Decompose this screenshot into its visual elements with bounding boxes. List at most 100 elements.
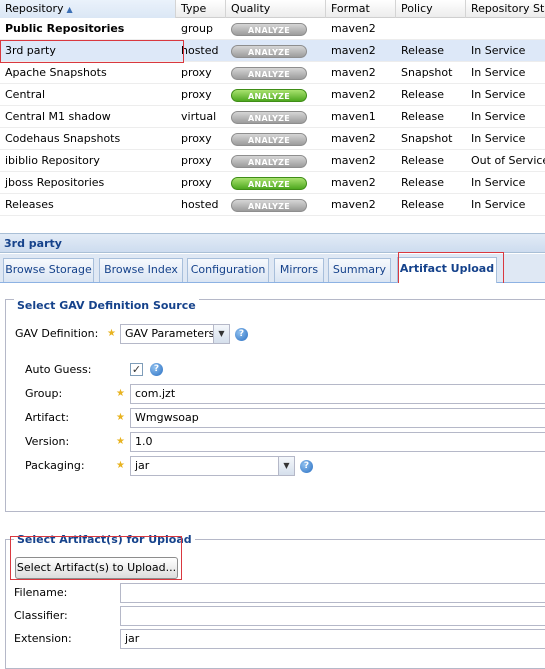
group-label: Group:	[25, 387, 63, 400]
policy-cell: Release	[401, 44, 444, 57]
format-cell: maven2	[331, 22, 376, 35]
column-header-label: Policy	[401, 2, 433, 15]
policy-cell	[396, 18, 466, 40]
status-cell	[466, 18, 545, 40]
column-header-policy[interactable]: Policy	[396, 0, 466, 18]
annotation-highlight-repository	[0, 40, 184, 63]
column-header-label: Format	[331, 2, 370, 15]
help-icon[interactable]: ?	[300, 460, 313, 473]
repository-name-cell: Releases	[5, 198, 54, 211]
analyze-button[interactable]: ANALYZE	[231, 111, 307, 124]
dropdown-arrow-icon[interactable]: ▼	[213, 325, 229, 343]
table-row[interactable]: Releases hosted ANALYZE maven2 Release In Ser…	[0, 194, 545, 216]
status-cell: In Service	[471, 110, 526, 123]
repository-name-cell: Apache Snapshots	[5, 66, 107, 79]
column-header-repository[interactable]: Repository ▲	[0, 0, 176, 18]
type-cell: virtual	[181, 110, 217, 123]
policy-cell: Release	[401, 154, 444, 167]
annotation-highlight-tab	[398, 252, 504, 285]
filename-input[interactable]	[120, 583, 545, 603]
required-star-icon: ★	[116, 388, 125, 399]
format-cell: maven2	[331, 88, 376, 101]
type-cell: proxy	[181, 88, 212, 101]
table-row[interactable]: Public Repositories group ANALYZE maven2	[0, 18, 545, 40]
dropdown-arrow-icon[interactable]: ▼	[278, 457, 294, 475]
policy-cell: Snapshot	[401, 66, 453, 79]
extension-input[interactable]: jar	[120, 629, 545, 649]
tab-configuration[interactable]: Configuration	[187, 258, 269, 282]
column-header-label: Repository Stat	[471, 2, 545, 15]
type-cell: group	[181, 22, 213, 35]
tab-browse-index[interactable]: Browse Index	[99, 258, 183, 282]
table-row[interactable]: Codehaus Snapshots proxy ANALYZE maven2 Snap…	[0, 128, 545, 150]
status-cell: In Service	[471, 132, 526, 145]
help-icon[interactable]: ?	[150, 363, 163, 376]
policy-cell: Snapshot	[401, 132, 453, 145]
column-header-repository-status[interactable]: Repository Stat	[466, 0, 545, 18]
repository-grid: Repository ▲ Type Quality Format Policy R…	[0, 0, 545, 228]
annotation-highlight-upload	[10, 536, 182, 580]
column-header-format[interactable]: Format	[326, 0, 396, 18]
column-header-label: Type	[181, 2, 207, 15]
type-cell: proxy	[181, 176, 212, 189]
help-icon[interactable]: ?	[235, 328, 248, 341]
status-cell: Out of Service -	[471, 154, 545, 167]
panel-title: 3rd party	[0, 233, 545, 253]
format-cell: maven1	[331, 110, 376, 123]
column-header-type[interactable]: Type	[176, 0, 226, 18]
tab-browse-storage[interactable]: Browse Storage	[3, 258, 94, 282]
packaging-label: Packaging:	[25, 459, 85, 472]
table-row[interactable]: jboss Repositories proxy ANALYZE maven2 Rele…	[0, 172, 545, 194]
extension-label: Extension:	[14, 632, 72, 645]
classifier-label: Classifier:	[14, 609, 68, 622]
column-header-quality[interactable]: Quality	[226, 0, 326, 18]
required-star-icon: ★	[116, 436, 125, 447]
gav-definition-select[interactable]: GAV Parameters ▼	[120, 324, 230, 344]
analyze-button[interactable]: ANALYZE	[231, 23, 307, 36]
required-star-icon: ★	[107, 328, 116, 339]
group-input[interactable]: com.jzt	[130, 384, 545, 404]
filename-label: Filename:	[14, 586, 68, 599]
repository-name-cell: Public Repositories	[5, 22, 125, 35]
version-label: Version:	[25, 435, 70, 448]
table-row[interactable]: ibiblio Repository proxy ANALYZE maven2 Rele…	[0, 150, 545, 172]
repository-name-cell: Codehaus Snapshots	[5, 132, 121, 145]
repository-name-cell: Central M1 shadow	[5, 110, 111, 123]
tab-strip: Browse Storage Browse Index Configuratio…	[0, 252, 545, 285]
gav-definition-value: GAV Parameters	[125, 327, 215, 340]
analyze-button[interactable]: ANALYZE	[231, 67, 307, 80]
repository-name-cell: jboss Repositories	[5, 176, 105, 189]
repository-name-cell: Central	[5, 88, 46, 101]
format-cell: maven2	[331, 44, 376, 57]
format-cell: maven2	[331, 66, 376, 79]
table-row[interactable]: Apache Snapshots proxy ANALYZE maven2 Snapsh…	[0, 62, 545, 84]
analyze-button[interactable]: ANALYZE	[231, 199, 307, 212]
policy-cell: Release	[401, 198, 444, 211]
format-cell: maven2	[331, 198, 376, 211]
packaging-select[interactable]: jar ▼	[130, 456, 295, 476]
tab-mirrors[interactable]: Mirrors	[274, 258, 324, 282]
grid-header: Repository ▲ Type Quality Format Policy R…	[0, 0, 545, 18]
gav-legend: Select GAV Definition Source	[14, 299, 199, 312]
table-row[interactable]: Central M1 shadow virtual ANALYZE maven1 Rel…	[0, 106, 545, 128]
analyze-button[interactable]: ANALYZE	[231, 133, 307, 146]
format-cell: maven2	[331, 154, 376, 167]
analyze-button[interactable]: ANALYZE	[231, 89, 307, 102]
artifact-input[interactable]: Wmgwsoap	[130, 408, 545, 428]
classifier-input[interactable]	[120, 606, 545, 626]
analyze-button[interactable]: ANALYZE	[231, 155, 307, 168]
analyze-button[interactable]: ANALYZE	[231, 45, 307, 58]
auto-guess-checkbox[interactable]: ✓	[130, 363, 143, 376]
version-input[interactable]: 1.0	[130, 432, 545, 452]
analyze-button[interactable]: ANALYZE	[231, 177, 307, 190]
table-row[interactable]	[0, 216, 545, 228]
required-star-icon: ★	[116, 412, 125, 423]
format-cell: maven2	[331, 132, 376, 145]
column-header-label: Repository	[5, 2, 64, 15]
packaging-value: jar	[135, 459, 150, 472]
table-row[interactable]: Central proxy ANALYZE maven2 Release In Servi…	[0, 84, 545, 106]
repository-name-cell: ibiblio Repository	[5, 154, 100, 167]
status-cell: In Service	[471, 44, 526, 57]
status-cell: In Service	[471, 198, 526, 211]
tab-summary[interactable]: Summary	[328, 258, 391, 282]
